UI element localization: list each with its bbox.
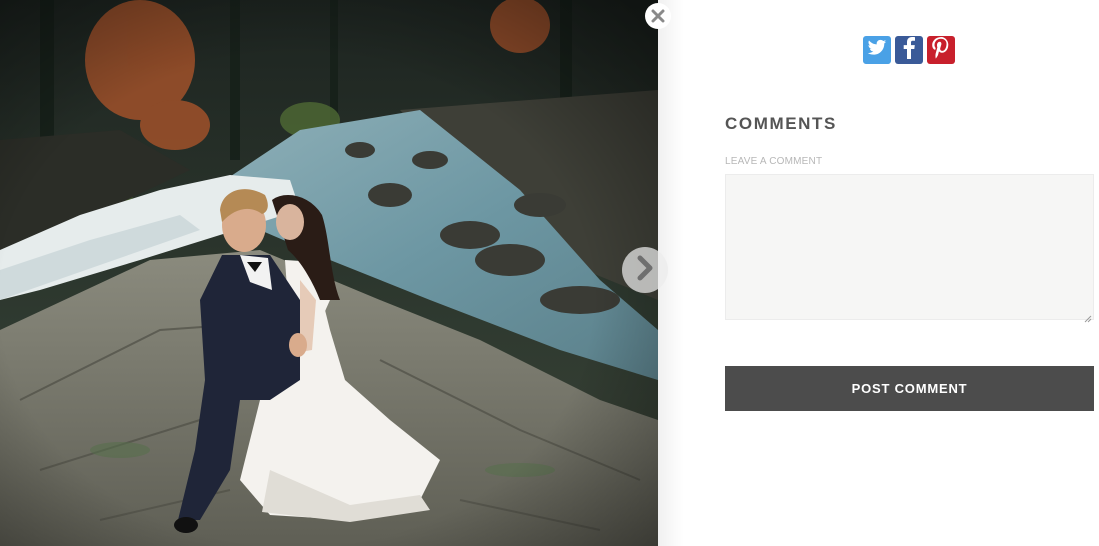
- comments-heading: COMMENTS: [725, 114, 837, 133]
- next-photo-button[interactable]: [622, 247, 668, 293]
- lightbox-window: COMMENTS LEAVE A COMMENT POST COMMENT: [0, 0, 1099, 546]
- post-comment-button[interactable]: POST COMMENT: [725, 366, 1094, 411]
- close-button[interactable]: [645, 3, 671, 29]
- comment-textarea[interactable]: [725, 174, 1094, 320]
- twitter-share-button[interactable]: [863, 36, 891, 64]
- wedding-photo: [0, 0, 658, 546]
- facebook-share-button[interactable]: [895, 36, 923, 64]
- share-buttons: [863, 36, 955, 64]
- close-icon: [651, 9, 665, 23]
- pinterest-share-button[interactable]: [927, 36, 955, 64]
- chevron-right-icon: [635, 255, 655, 286]
- facebook-icon: [902, 36, 916, 64]
- comment-field-label: LEAVE A COMMENT: [725, 156, 823, 167]
- twitter-icon: [867, 39, 887, 62]
- resize-handle-icon[interactable]: [1084, 310, 1092, 323]
- pinterest-icon: [932, 36, 950, 64]
